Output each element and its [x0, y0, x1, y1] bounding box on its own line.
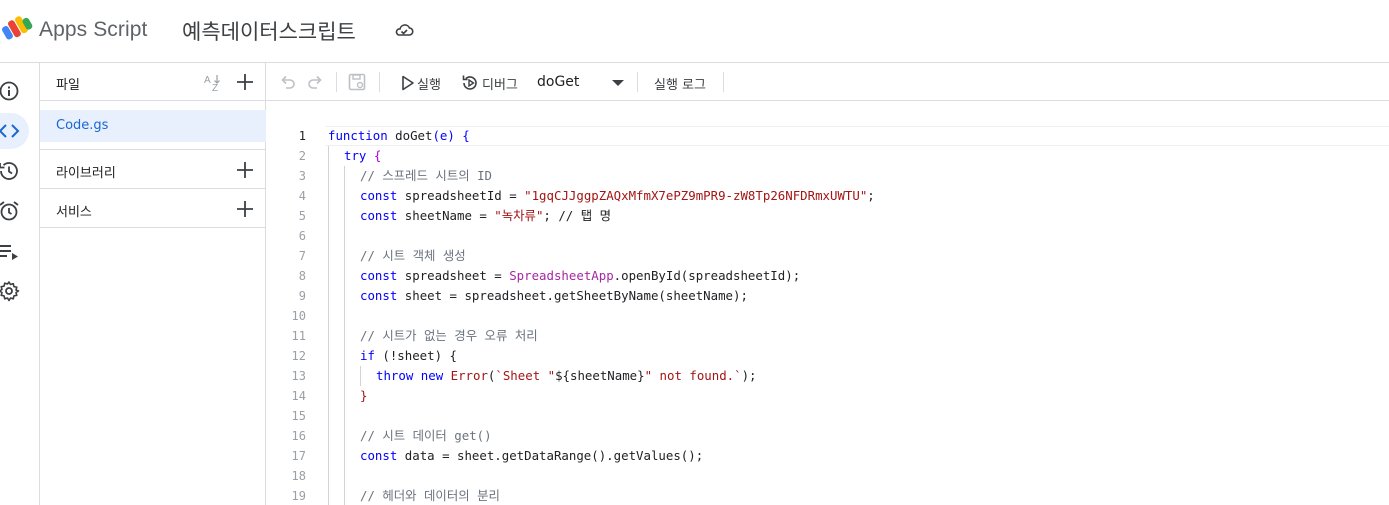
code-line: }	[360, 388, 368, 403]
run-list-nav[interactable]	[0, 233, 40, 269]
settings-nav[interactable]	[0, 273, 40, 309]
code-line: // 시트 객체 생성	[360, 248, 466, 263]
add-library-icon[interactable]	[235, 160, 255, 180]
line-number: 11	[291, 329, 306, 343]
line-number: 14	[291, 389, 306, 403]
redo-icon[interactable]	[305, 72, 325, 92]
line-number: 10	[291, 309, 306, 323]
add-service-icon[interactable]	[235, 199, 255, 219]
code-line: // 스프레드 시트의 ID	[360, 168, 493, 183]
project-title[interactable]: 예측데이터스크립트	[182, 16, 356, 46]
line-number: 2	[298, 149, 306, 163]
line-number: 1	[298, 129, 306, 143]
current-line-highlight	[326, 126, 1389, 146]
toolbar-separator	[723, 72, 724, 92]
debug-icon[interactable]	[460, 73, 480, 93]
history-icon	[0, 162, 18, 180]
line-number: 8	[298, 269, 306, 283]
files-title: 파일	[56, 78, 80, 93]
info-icon	[0, 81, 19, 101]
code-line: if (!sheet) {	[360, 348, 457, 363]
line-number: 5	[298, 209, 306, 223]
app-title[interactable]: Apps Script	[39, 18, 147, 42]
code-line: function doGet(e) {	[328, 128, 470, 143]
chevron-down-icon[interactable]	[612, 80, 624, 86]
section-divider	[40, 227, 266, 228]
undo-icon[interactable]	[278, 72, 298, 92]
files-panel: 파일 A Z Code.gs 라이브러리 서비스	[40, 63, 266, 505]
code-line: try {	[344, 148, 382, 163]
svg-text:Z: Z	[212, 83, 218, 94]
line-number: 16	[291, 429, 306, 443]
add-file-icon[interactable]	[235, 72, 255, 92]
toolbar-separator	[637, 72, 638, 92]
editor-toolbar: 실행 디버그 doGet 실행 로그	[266, 63, 1389, 101]
left-nav-rail	[0, 63, 40, 505]
overview-nav[interactable]	[0, 73, 40, 109]
play-icon[interactable]	[398, 73, 418, 93]
libraries-section[interactable]: 라이브러리	[40, 149, 266, 189]
line-number: 6	[298, 229, 306, 243]
line-number: 7	[298, 249, 306, 263]
code-line: const spreadsheet = SpreadsheetApp.openB…	[360, 268, 801, 283]
line-number: 4	[298, 189, 306, 203]
cloud-saved-icon	[395, 24, 414, 36]
line-number: 3	[298, 169, 306, 183]
execution-log-button[interactable]: 실행 로그	[654, 74, 706, 93]
libraries-label: 라이브러리	[56, 166, 116, 181]
editor-nav[interactable]	[0, 113, 29, 149]
code-line: // 시트가 없는 경우 오류 처리	[360, 328, 538, 343]
playlist-icon	[0, 245, 18, 260]
files-header: 파일 A Z	[40, 63, 266, 101]
code-line: throw new Error(`Sheet "${sheetName}" no…	[376, 368, 757, 383]
indent-guide	[344, 166, 345, 505]
apps-script-logo[interactable]	[2, 14, 34, 44]
services-section[interactable]: 서비스	[40, 188, 266, 228]
debug-button[interactable]: 디버그	[482, 74, 518, 93]
toolbar-separator	[379, 72, 380, 92]
code-line: const spreadsheetId = "1gqCJJggpZAQxMfmX…	[360, 188, 875, 203]
executions-nav[interactable]	[0, 153, 40, 189]
top-bar: Apps Script 예측데이터스크립트	[0, 0, 1389, 63]
line-number: 9	[298, 289, 306, 303]
code-line: // 시트 데이터 get()	[360, 428, 492, 443]
code-editor[interactable]: 1 2 3 4 5 6 7 8 9 10 11 12 13 14 15 16 1…	[266, 101, 1389, 505]
line-number: 18	[291, 469, 306, 483]
toolbar-separator	[336, 72, 337, 92]
indent-guide	[360, 366, 361, 386]
code-line: // 헤더와 데이터의 분리	[360, 488, 500, 503]
file-item-label: Code.gs	[56, 118, 109, 133]
code-line: const sheet = spreadsheet.getSheetByName…	[360, 288, 748, 303]
code-icon	[0, 124, 20, 138]
triggers-nav[interactable]	[0, 193, 40, 229]
code-line: const sheetName = "녹차류"; // 탭 명	[360, 208, 611, 223]
sort-az-icon[interactable]: A Z	[203, 72, 225, 94]
code-line: const data = sheet.getDataRange().getVal…	[360, 448, 704, 463]
svg-text:A: A	[204, 75, 211, 86]
file-item-code-gs[interactable]: Code.gs	[40, 110, 266, 142]
line-number: 15	[291, 409, 306, 423]
line-number: 17	[291, 449, 306, 463]
gear-icon	[0, 281, 20, 302]
run-button[interactable]: 실행	[417, 74, 441, 93]
indent-guide	[328, 146, 329, 505]
save-icon[interactable]	[347, 72, 367, 92]
line-number: 12	[291, 349, 306, 363]
line-number: 13	[291, 369, 306, 383]
services-label: 서비스	[56, 205, 92, 220]
alarm-icon	[0, 201, 19, 221]
line-number: 19	[291, 489, 306, 503]
function-select[interactable]: doGet	[537, 74, 579, 90]
